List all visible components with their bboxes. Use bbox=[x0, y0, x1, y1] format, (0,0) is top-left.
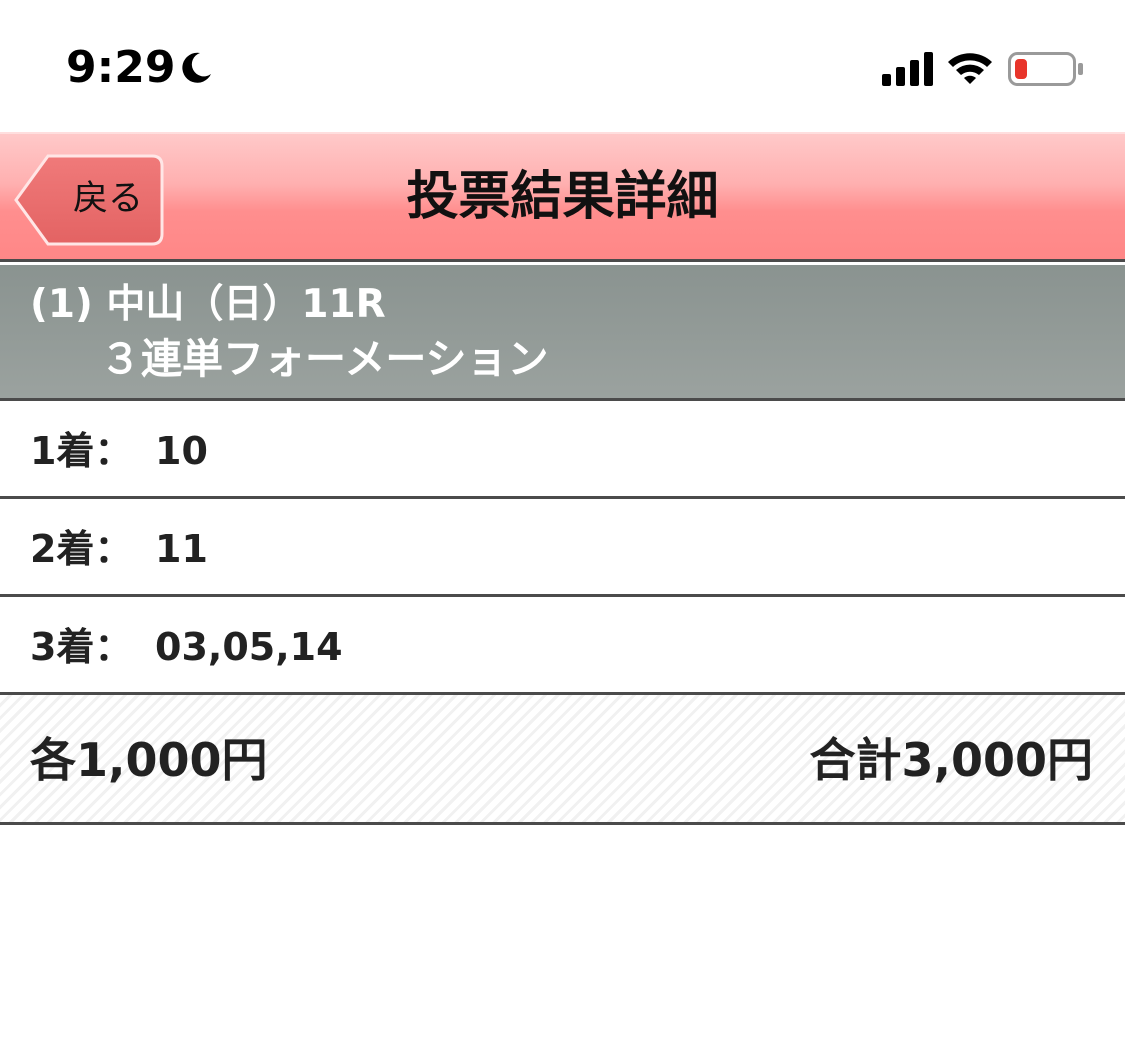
bet-type: ３連単フォーメーション bbox=[100, 335, 549, 383]
page-title: 投票結果詳細 bbox=[406, 167, 719, 227]
selection-label: 1着： bbox=[30, 429, 133, 473]
race-info: (1) 中山（日）11R bbox=[30, 282, 386, 327]
amount-summary: 各1,000円 合計3,000円 bbox=[0, 695, 1125, 825]
selection-row-3rd: 3着： 03,05,14 bbox=[0, 597, 1125, 695]
selection-value: 10 bbox=[155, 429, 208, 473]
status-bar: 9:29 bbox=[0, 0, 1125, 132]
status-time: 9:29 bbox=[66, 42, 176, 93]
selection-label: 2着： bbox=[30, 527, 133, 571]
total-amount: 合計3,000円 bbox=[809, 733, 1093, 787]
wifi-icon bbox=[948, 53, 992, 84]
each-amount: 各1,000円 bbox=[30, 733, 268, 787]
selection-row-1st: 1着： 10 bbox=[0, 401, 1125, 499]
battery-icon bbox=[1008, 52, 1083, 86]
selection-label: 3着： bbox=[30, 625, 133, 669]
signal-icon bbox=[882, 52, 933, 86]
selection-row-2nd: 2着： 11 bbox=[0, 499, 1125, 597]
nav-header: 戻る 投票結果詳細 bbox=[0, 132, 1125, 262]
selection-value: 03,05,14 bbox=[155, 625, 343, 669]
selection-value: 11 bbox=[155, 527, 208, 571]
race-header: (1) 中山（日）11R ３連単フォーメーション bbox=[0, 265, 1125, 401]
moon-icon bbox=[182, 52, 211, 83]
